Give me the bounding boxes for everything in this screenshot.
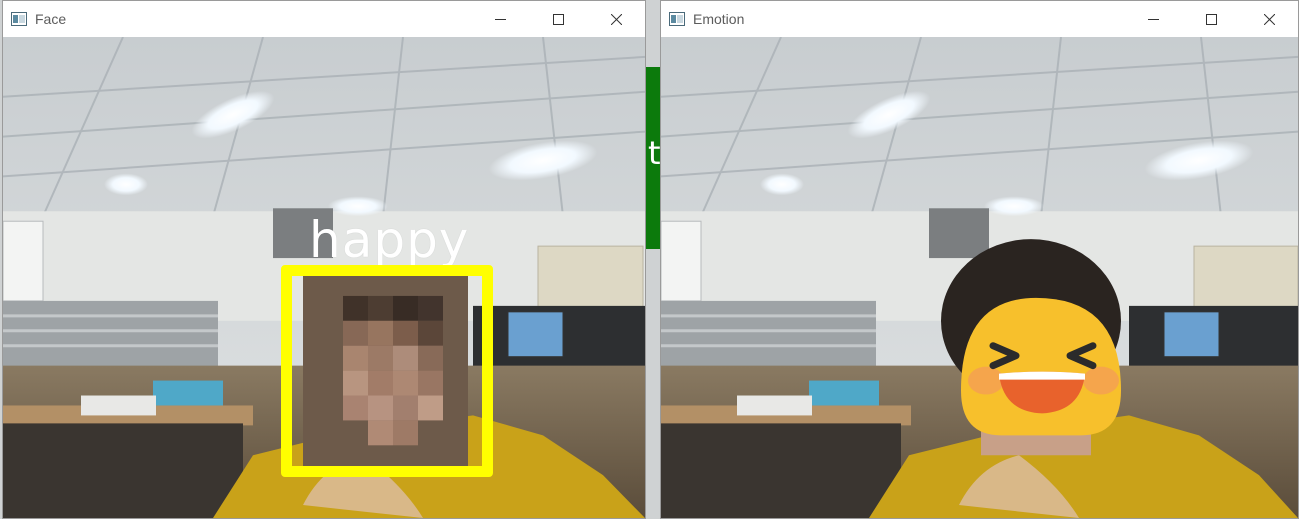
emotion-label: happy	[309, 211, 470, 269]
face-camera-view: happy	[3, 37, 645, 518]
face-detection-box	[281, 265, 493, 477]
emotion-window-titlebar[interactable]: Emotion	[661, 1, 1298, 37]
minimize-button[interactable]	[1124, 1, 1182, 37]
minimize-icon	[494, 18, 506, 20]
window-title: Face	[35, 11, 67, 27]
close-button[interactable]	[587, 1, 645, 37]
emotion-camera-view	[661, 37, 1298, 518]
face-window-titlebar[interactable]: Face	[3, 1, 645, 37]
minimize-icon	[1147, 18, 1159, 20]
window-title: Emotion	[693, 11, 745, 27]
face-window[interactable]: Face happy	[2, 0, 646, 519]
webcam-office-scene	[661, 37, 1298, 518]
close-button[interactable]	[1240, 1, 1298, 37]
close-icon	[1263, 13, 1275, 25]
minimize-button[interactable]	[471, 1, 529, 37]
laughing-face-emoji-graphic	[961, 297, 1121, 436]
app-window-icon	[669, 12, 685, 26]
maximize-button[interactable]	[529, 1, 587, 37]
maximize-button[interactable]	[1182, 1, 1240, 37]
close-icon	[610, 13, 622, 25]
app-window-icon	[11, 12, 27, 26]
maximize-icon	[552, 13, 564, 25]
maximize-icon	[1205, 13, 1217, 25]
emotion-window[interactable]: Emotion	[660, 0, 1299, 519]
